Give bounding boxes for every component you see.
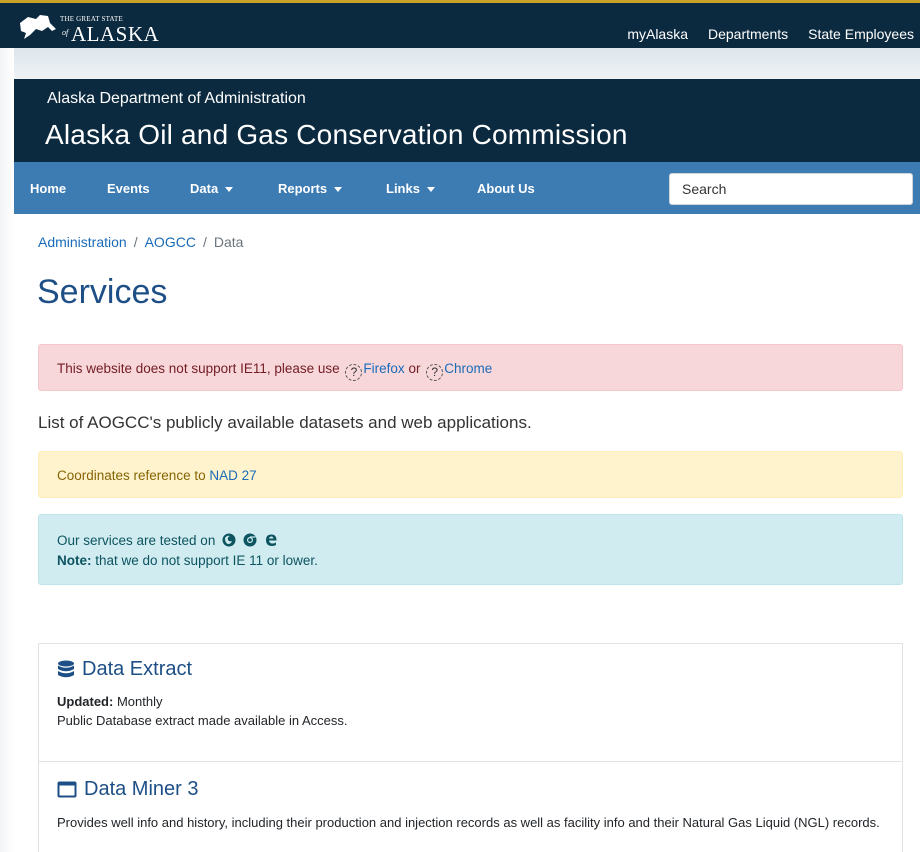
nav-about-us[interactable]: About Us xyxy=(477,181,535,196)
service-card-data-miner: Data Miner 3 Provides well info and hist… xyxy=(39,762,902,852)
breadcrumb: Administration / AOGCC / Data xyxy=(38,234,243,250)
breadcrumb-separator: / xyxy=(133,234,138,250)
nad27-link[interactable]: NAD 27 xyxy=(209,468,256,483)
myalaska-link[interactable]: myAlaska xyxy=(627,26,688,42)
state-links: myAlaska Departments State Employees xyxy=(627,26,914,42)
services-list: Data Extract Updated: Monthly Public Dat… xyxy=(38,643,903,852)
intro-text: List of AOGCC's publicly available datas… xyxy=(38,413,532,432)
logo-alaska-text: ALASKA xyxy=(71,22,160,46)
data-extract-link[interactable]: Data Extract xyxy=(57,658,192,681)
database-icon xyxy=(58,660,74,678)
chrome-icon xyxy=(243,533,257,547)
updated-value: Monthly xyxy=(113,694,163,709)
state-top-bar: THE GREAT STATE of ALASKA myAlaska Depar… xyxy=(0,0,920,48)
state-employees-link[interactable]: State Employees xyxy=(808,26,914,42)
nav-events[interactable]: Events xyxy=(107,181,150,196)
nav-links-label: Links xyxy=(386,181,420,196)
chrome-link[interactable]: Chrome xyxy=(444,361,492,376)
coordinates-alert: Coordinates reference to NAD 27 xyxy=(38,451,903,498)
search-input[interactable] xyxy=(669,173,913,205)
firefox-link[interactable]: Firefox xyxy=(363,361,404,376)
state-of-alaska-logo[interactable]: THE GREAT STATE of ALASKA xyxy=(18,11,168,46)
alaska-map-icon xyxy=(20,15,56,39)
breadcrumb-aogcc[interactable]: AOGCC xyxy=(145,234,196,250)
logo-of-text: of xyxy=(62,28,69,37)
nav-data-dropdown[interactable]: Data xyxy=(190,181,234,196)
tested-browsers-alert: Our services are tested on Note: that we… xyxy=(38,514,903,585)
data-miner-title: Data Miner 3 xyxy=(84,778,199,800)
coordinates-text: Coordinates reference to xyxy=(57,468,210,483)
nav-reports-dropdown[interactable]: Reports xyxy=(278,181,343,196)
note-label: Note: xyxy=(57,553,92,568)
data-extract-description: Public Database extract made available i… xyxy=(57,713,348,728)
caret-down-icon xyxy=(334,186,343,192)
nav-home[interactable]: Home xyxy=(30,181,66,196)
nav-reports-label: Reports xyxy=(278,181,328,196)
department-name: Alaska Department of Administration xyxy=(47,90,306,107)
data-extract-updated: Updated: Monthly xyxy=(57,692,162,711)
firefox-icon xyxy=(222,533,236,547)
nav-about-label: About Us xyxy=(477,181,535,196)
caret-down-icon xyxy=(426,186,435,192)
ie-warning-alert: This website does not support IE11, plea… xyxy=(38,344,903,391)
note-text: that we do not support IE 11 or lower. xyxy=(91,553,318,568)
commission-name[interactable]: Alaska Oil and Gas Conservation Commissi… xyxy=(45,119,628,151)
breadcrumb-administration[interactable]: Administration xyxy=(38,234,127,250)
departments-link[interactable]: Departments xyxy=(708,26,788,42)
nav-home-label: Home xyxy=(30,181,67,196)
tested-on-text: Our services are tested on xyxy=(57,533,216,548)
ie-warning-text: This website does not support IE11, plea… xyxy=(57,361,344,376)
caret-down-icon xyxy=(225,186,234,192)
updated-label: Updated: xyxy=(57,694,114,709)
edge-icon xyxy=(265,534,277,546)
help-icon: ? xyxy=(426,364,444,381)
page-title: Services xyxy=(37,273,168,311)
site-banner: Alaska Department of Administration Alas… xyxy=(14,79,920,162)
nav-events-label: Events xyxy=(107,181,150,196)
data-miner-description: Provides well info and history, includin… xyxy=(57,815,880,830)
breadcrumb-separator: / xyxy=(202,234,207,250)
left-edge-shade xyxy=(0,48,14,852)
main-navbar: Home Events Data Reports Links About Us xyxy=(14,162,920,214)
data-extract-title: Data Extract xyxy=(82,658,193,680)
window-icon xyxy=(57,781,77,798)
data-miner-link[interactable]: Data Miner 3 xyxy=(57,778,199,801)
nav-data-label: Data xyxy=(190,181,219,196)
nav-links-dropdown[interactable]: Links xyxy=(386,181,435,196)
breadcrumb-current: Data xyxy=(213,234,244,250)
banner-gap xyxy=(0,48,920,79)
service-card-data-extract: Data Extract Updated: Monthly Public Dat… xyxy=(39,644,902,762)
help-icon: ? xyxy=(345,364,363,381)
ie-warning-or: or xyxy=(404,361,425,376)
